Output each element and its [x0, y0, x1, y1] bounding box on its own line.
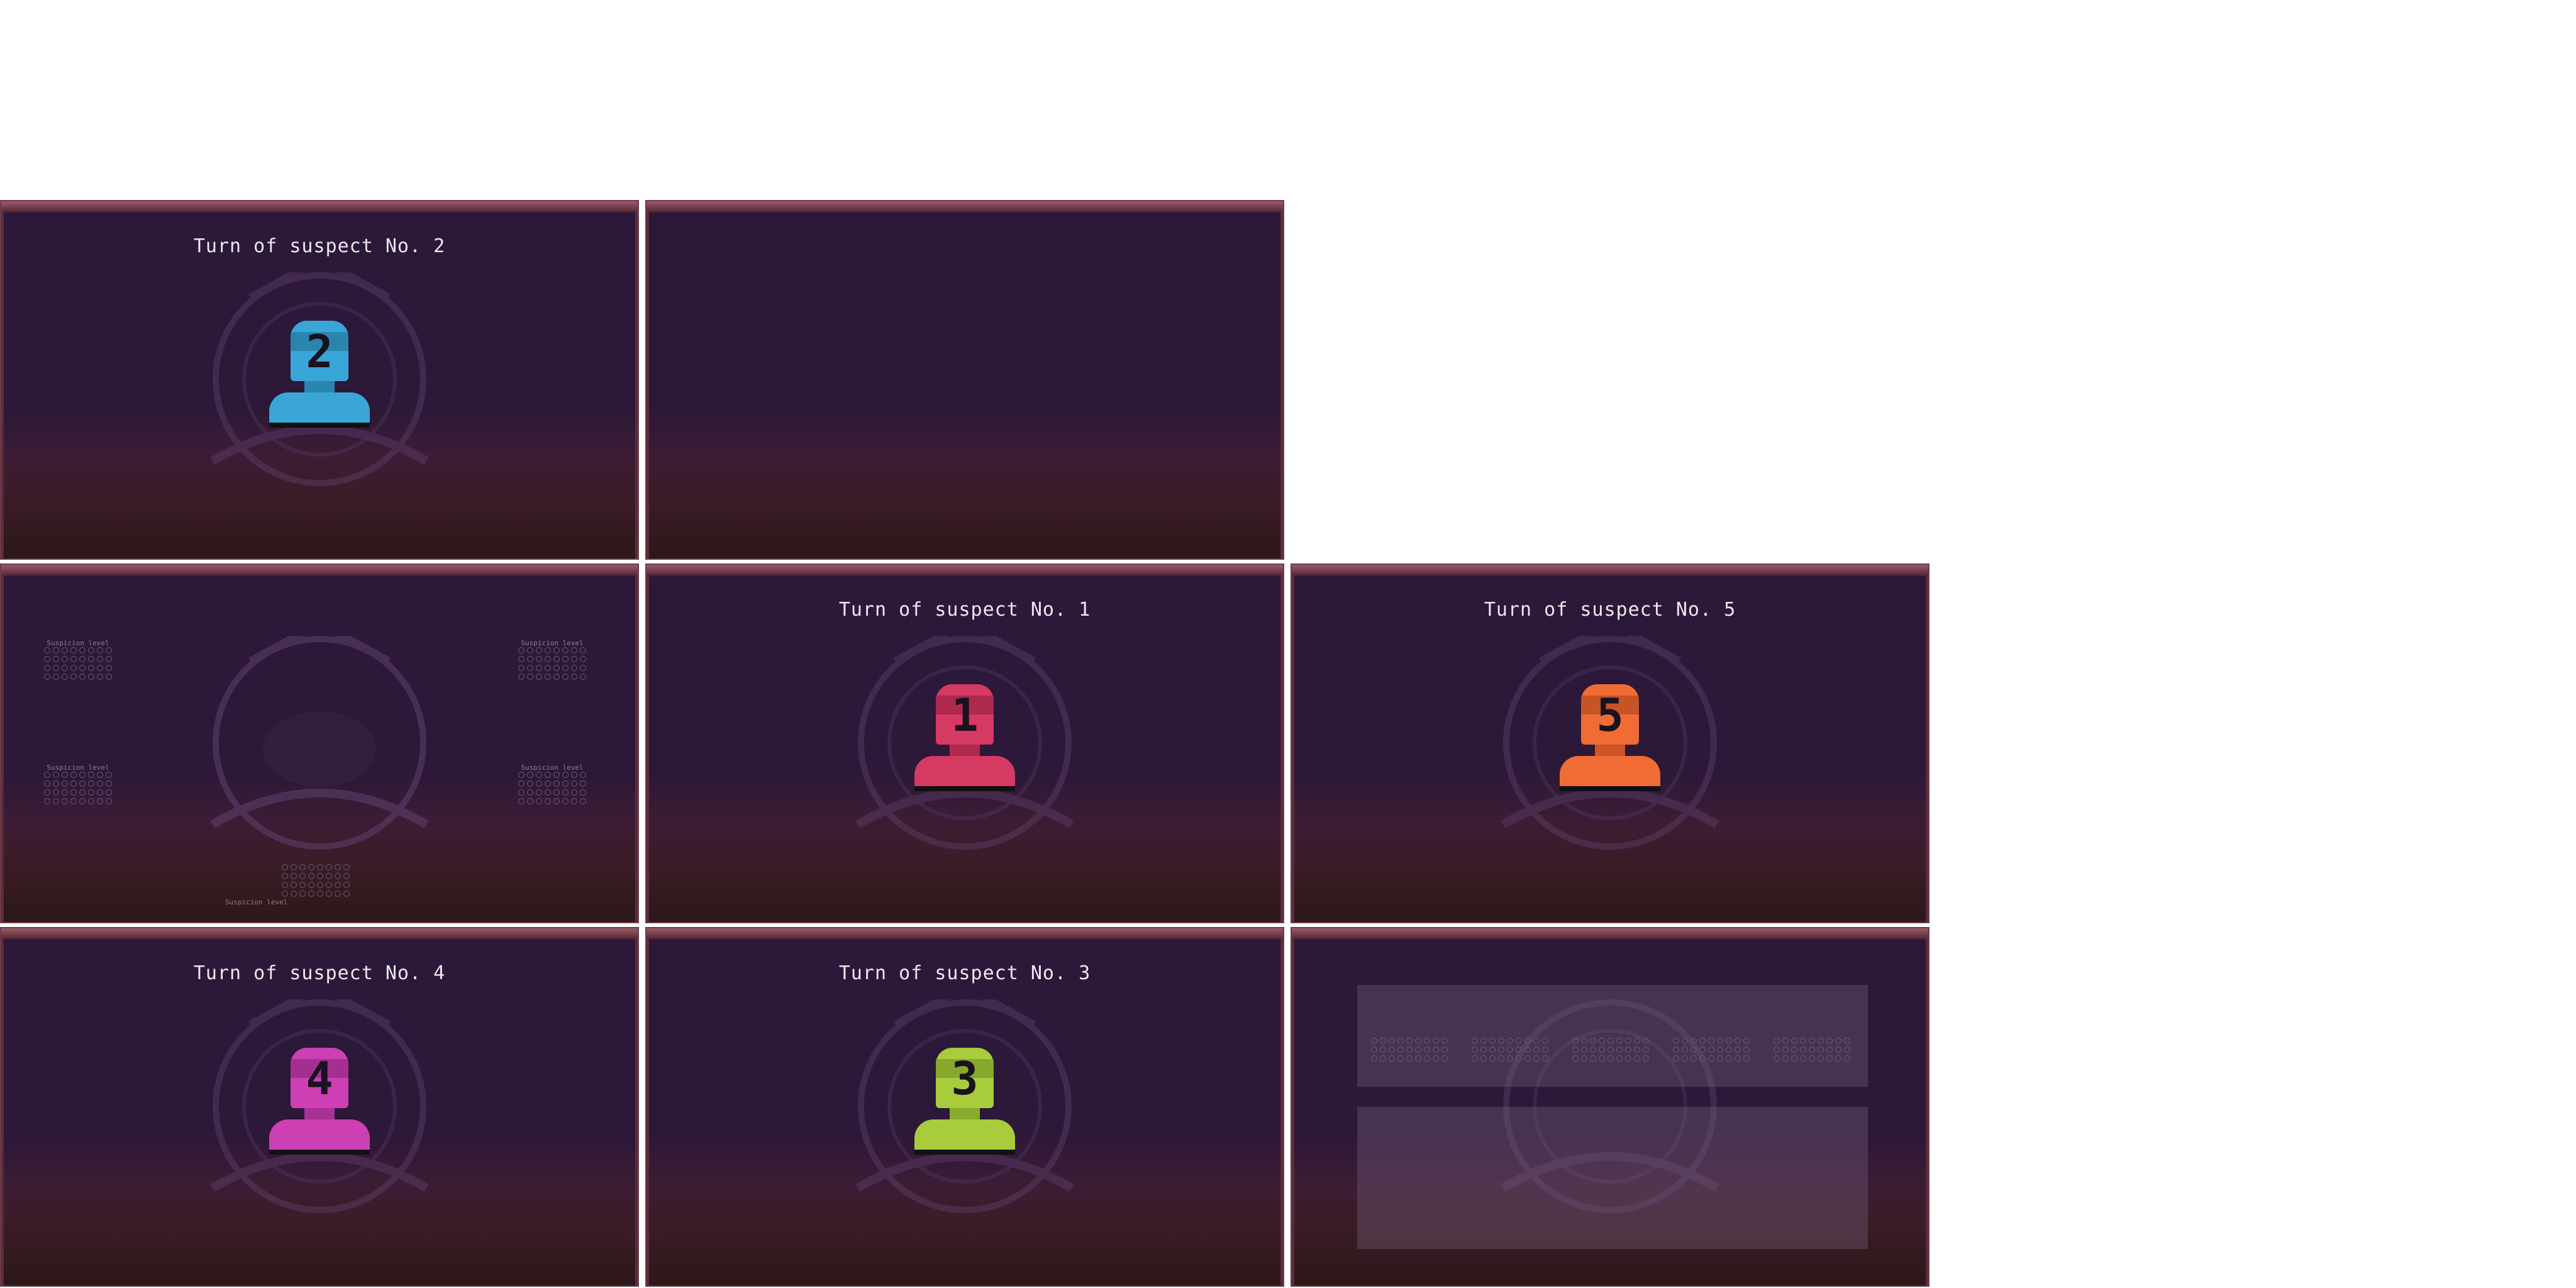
suspicion-dots — [44, 772, 112, 804]
panel-top-bar — [1292, 565, 1928, 576]
summary-panel — [1291, 927, 1929, 1287]
suspicion-dots — [1371, 1038, 1448, 1062]
suspect-number: 5 — [1596, 689, 1624, 741]
suspicion-meter-bottom — [282, 864, 350, 897]
suspect-number: 3 — [951, 1052, 979, 1105]
turn-title: Turn of suspect No. 5 — [1484, 599, 1736, 621]
suspect-figure-icon: 5 — [1560, 684, 1660, 791]
panel-top-bar — [1292, 928, 1928, 940]
turn-title: Turn of suspect No. 2 — [193, 235, 446, 257]
suspicion-dots — [1673, 1038, 1750, 1062]
turn-title: Turn of suspect No. 1 — [838, 599, 1091, 621]
panel-left-edge — [647, 938, 649, 1285]
panel-top-bar — [647, 565, 1283, 576]
panel-left-edge — [1, 211, 4, 558]
suspicion-label: Suspicion level — [521, 639, 584, 647]
suspicion-dots — [1572, 1038, 1649, 1062]
panel-top-bar — [647, 201, 1283, 213]
turn-panel-suspect-5: Turn of suspect No. 5 5 — [1291, 564, 1929, 923]
panel-right-edge — [635, 211, 638, 558]
suspect-number: 4 — [306, 1052, 333, 1105]
summary-text-box — [1357, 1107, 1868, 1249]
panel-left-edge — [1, 575, 4, 922]
suspicion-dots — [1774, 1038, 1850, 1062]
panel-right-edge — [1926, 575, 1928, 922]
suspicion-label: Suspicion level — [47, 763, 109, 772]
turn-panel-suspect-2: Turn of suspect No. 2 2 — [0, 200, 639, 560]
suspicion-label: Suspicion level — [225, 898, 288, 906]
suspicion-label: Suspicion level — [521, 763, 584, 772]
eye-emblem-icon — [210, 636, 429, 850]
suspect-number: 2 — [306, 325, 333, 378]
empty-panel — [645, 200, 1284, 560]
turn-panel-suspect-1: Turn of suspect No. 1 1 — [645, 564, 1284, 923]
turn-title: Turn of suspect No. 4 — [193, 962, 446, 984]
suspicion-dots — [518, 772, 586, 804]
suspicion-dots — [518, 647, 586, 680]
panel-left-edge — [1292, 938, 1294, 1285]
suspect-number: 1 — [951, 689, 979, 741]
turn-panel-suspect-4: Turn of suspect No. 4 4 — [0, 927, 639, 1287]
suspect-figure-icon: 1 — [914, 684, 1015, 791]
suspicion-meter-top-right: Suspicion level — [518, 639, 586, 680]
suspicion-dots — [282, 864, 350, 897]
panel-left-edge — [1292, 575, 1294, 922]
panel-top-bar — [1, 565, 638, 576]
panel-top-bar — [647, 928, 1283, 940]
panel-left-edge — [647, 211, 649, 558]
suspicion-meter-mid-right: Suspicion level — [518, 763, 586, 804]
panel-top-bar — [1, 201, 638, 213]
panel-right-edge — [1280, 938, 1283, 1285]
suspect-figure-icon: 3 — [914, 1048, 1015, 1155]
panel-right-edge — [1280, 575, 1283, 922]
panel-left-edge — [647, 575, 649, 922]
suspicion-dots — [44, 647, 112, 680]
suspicion-dots — [1472, 1038, 1548, 1062]
panel-right-edge — [1280, 211, 1283, 558]
panel-left-edge — [1, 938, 4, 1285]
suspicion-board-panel: Suspicion level Suspicion level Suspicio… — [0, 564, 639, 923]
suspicion-label: Suspicion level — [47, 639, 109, 647]
turn-panel-suspect-3: Turn of suspect No. 3 3 — [645, 927, 1284, 1287]
suspicion-overview-box — [1357, 985, 1868, 1087]
suspect-figure-icon: 2 — [269, 321, 370, 428]
suspicion-meter-mid-left: Suspicion level — [44, 763, 112, 804]
turn-title: Turn of suspect No. 3 — [838, 962, 1091, 984]
suspect-figure-icon: 4 — [269, 1048, 370, 1155]
panel-right-edge — [635, 938, 638, 1285]
panel-right-edge — [635, 575, 638, 922]
suspicion-meter-top-left: Suspicion level — [44, 639, 112, 680]
panel-right-edge — [1926, 938, 1928, 1285]
panel-top-bar — [1, 928, 638, 940]
